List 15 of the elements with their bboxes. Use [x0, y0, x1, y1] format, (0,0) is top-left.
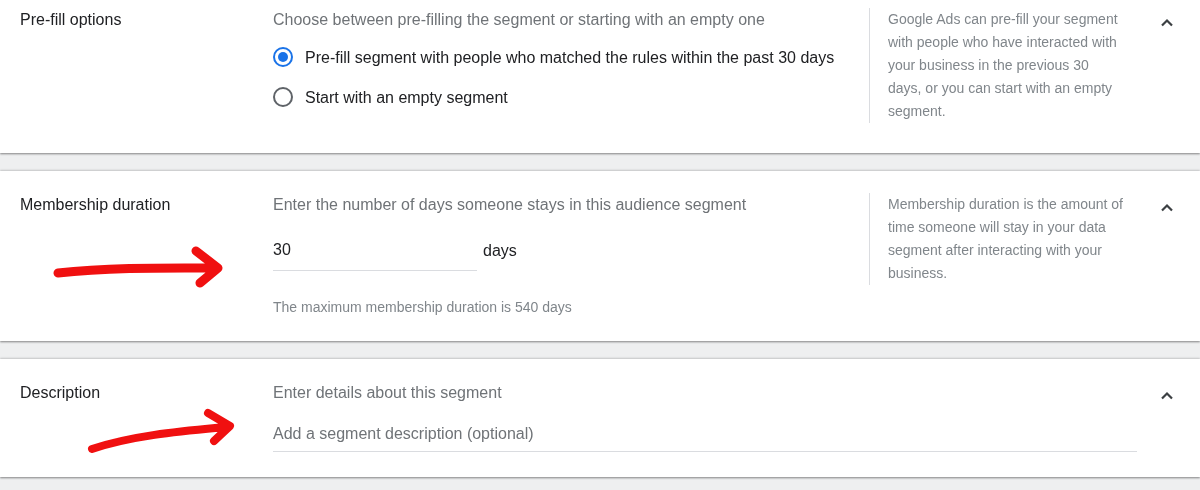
- radio-option[interactable]: Pre-fill segment with people who matched the rules within the past 30 days: [273, 46, 849, 69]
- section-title: Pre-fill options: [20, 10, 123, 30]
- help-text: Google Ads can pre-fill your segment with people who have interacted with your business in the previous 30 days, or you can start with an empty segment.: [869, 8, 1126, 123]
- section-prompt: Enter details about this segment: [273, 383, 503, 403]
- collapse-icon[interactable]: [1160, 18, 1174, 27]
- section-prompt: Choose between pre-filling the segment or starting with an empty one: [273, 10, 766, 30]
- unit-label: days: [483, 242, 517, 260]
- section-title: Description: [20, 383, 102, 403]
- collapse-icon[interactable]: [1160, 391, 1174, 400]
- radio-option[interactable]: Start with an empty segment: [273, 86, 849, 109]
- hint-text: The maximum membership duration is 540 days: [273, 299, 573, 315]
- section-title: Membership duration: [20, 195, 172, 215]
- collapse-icon[interactable]: [1160, 203, 1174, 212]
- section-prompt: Enter the number of days someone stays in this audience segment: [273, 195, 748, 215]
- help-text: Membership duration is the amount of time someone will stay in your data segment after interacting with your business.: [869, 193, 1126, 285]
